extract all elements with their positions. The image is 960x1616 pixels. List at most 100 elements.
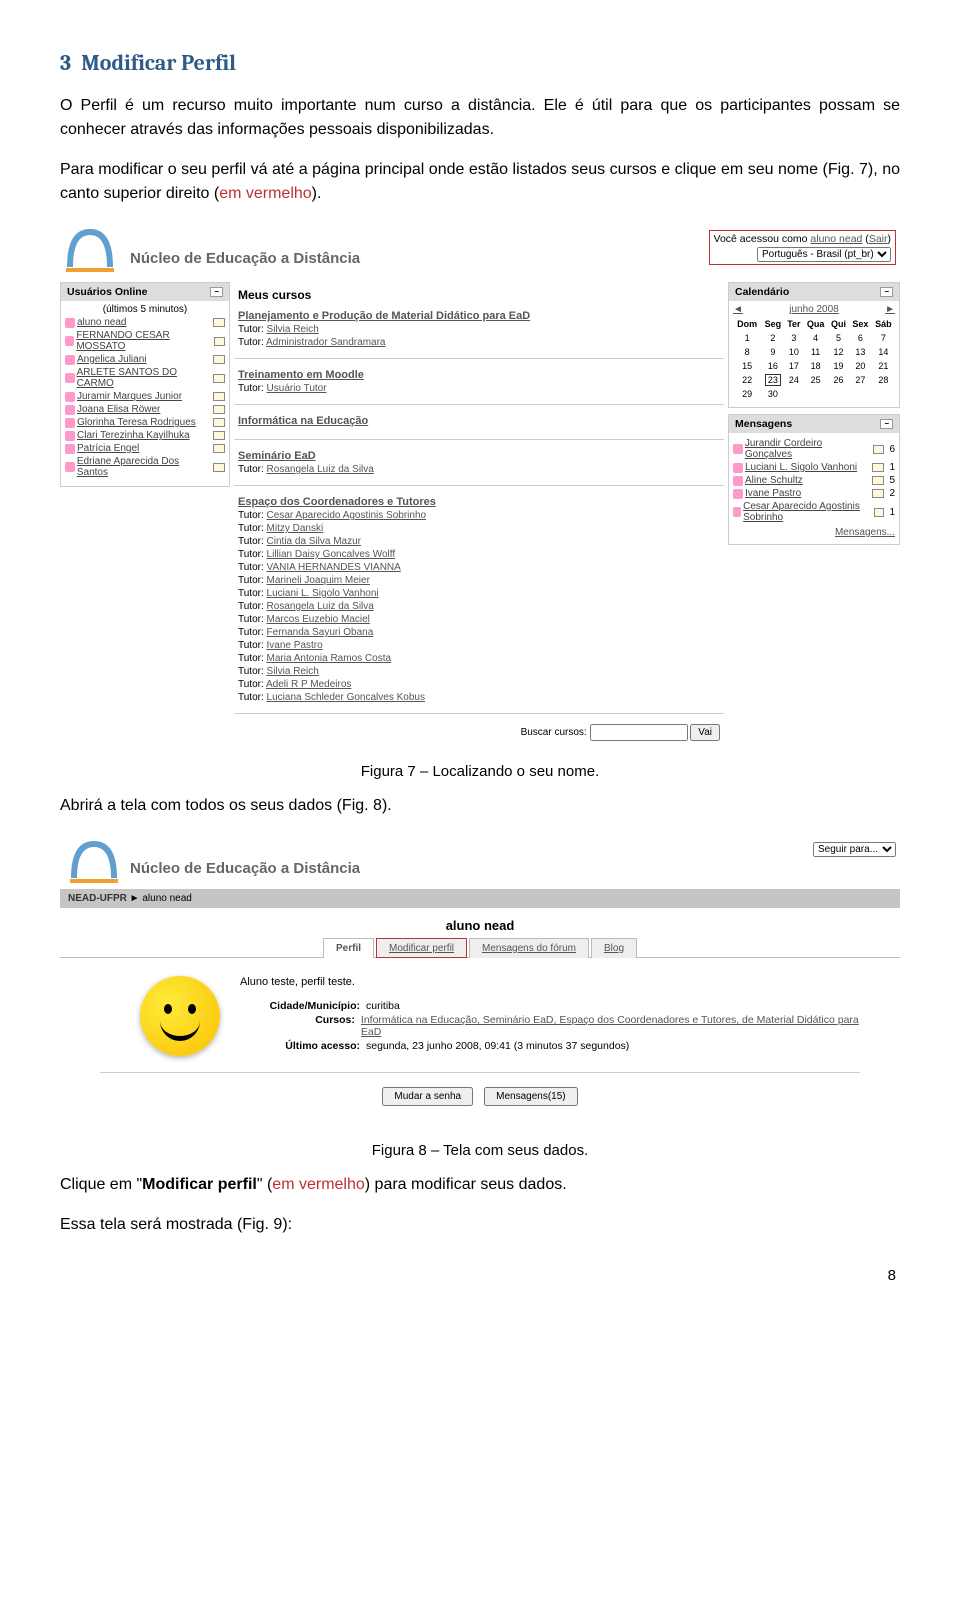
message-sender-link[interactable]: Luciani L. Sigolo Vanhoni xyxy=(745,462,857,473)
message-icon[interactable] xyxy=(213,355,225,364)
message-sender-link[interactable]: Aline Schultz xyxy=(745,475,803,486)
tutor-link[interactable]: Lillian Daisy Goncalves Wolff xyxy=(267,549,396,560)
online-user-link[interactable]: Edriane Aparecida Dos Santos xyxy=(77,456,211,478)
tutor-link[interactable]: Rosangela Luiz da Silva xyxy=(267,601,374,612)
message-icon[interactable] xyxy=(213,431,225,440)
tutor-link[interactable]: Cesar Aparecido Agostinis Sobrinho xyxy=(267,510,427,521)
tutor-link[interactable]: Administrador Sandramara xyxy=(266,337,386,348)
message-icon[interactable] xyxy=(874,508,884,517)
online-user-link[interactable]: Clari Terezinha Kayilhuka xyxy=(77,430,190,441)
calendar-day[interactable]: 30 xyxy=(761,387,784,401)
message-icon[interactable] xyxy=(213,418,225,427)
tab-modificar-perfil[interactable]: Modificar perfil xyxy=(376,938,467,958)
online-user-link[interactable]: ARLETE SANTOS DO CARMO xyxy=(77,367,212,389)
messages-button[interactable]: Mensagens(15) xyxy=(484,1087,577,1106)
collapse-icon[interactable]: − xyxy=(880,287,893,297)
calendar-day[interactable]: 19 xyxy=(828,359,849,373)
message-icon[interactable] xyxy=(213,374,225,383)
message-icon[interactable] xyxy=(214,337,225,346)
message-sender-link[interactable]: Cesar Aparecido Agostinis Sobrinho xyxy=(743,501,872,523)
calendar-day[interactable]: 7 xyxy=(872,331,895,345)
online-user-link[interactable]: FERNANDO CESAR MOSSATO xyxy=(76,330,211,352)
message-icon[interactable] xyxy=(213,405,225,414)
tab-blog[interactable]: Blog xyxy=(591,938,637,958)
calendar-day[interactable]: 4 xyxy=(803,331,828,345)
calendar-day[interactable]: 17 xyxy=(784,359,803,373)
message-icon[interactable] xyxy=(872,476,884,485)
calendar-day[interactable]: 13 xyxy=(849,345,872,359)
message-sender-link[interactable]: Jurandir Cordeiro Gonçalves xyxy=(745,438,871,460)
tutor-link[interactable]: Silvia Reich xyxy=(267,666,319,677)
tutor-link[interactable]: Rosangela Luiz da Silva xyxy=(267,464,374,475)
tab-perfil[interactable]: Perfil xyxy=(323,938,374,958)
cal-prev-icon[interactable]: ◄ xyxy=(733,304,743,315)
calendar-day[interactable]: 3 xyxy=(784,331,803,345)
tutor-link[interactable]: Maria Antonia Ramos Costa xyxy=(267,653,392,664)
calendar-day[interactable]: 8 xyxy=(733,345,761,359)
calendar-day[interactable]: 11 xyxy=(803,345,828,359)
change-password-button[interactable]: Mudar a senha xyxy=(382,1087,473,1106)
calendar-day[interactable]: 12 xyxy=(828,345,849,359)
tutor-link[interactable]: Mitzy Danski xyxy=(267,523,324,534)
tutor-link[interactable]: Usuário Tutor xyxy=(267,383,327,394)
tutor-link[interactable]: VANIA HERNANDES VIANNA xyxy=(267,562,401,573)
search-courses-button[interactable] xyxy=(690,724,720,741)
message-icon[interactable] xyxy=(873,445,885,454)
calendar-day[interactable]: 1 xyxy=(733,331,761,345)
calendar-day[interactable]: 21 xyxy=(872,359,895,373)
course-link[interactable]: Espaço dos Coordenadores e Tutores xyxy=(238,496,436,508)
courses-value[interactable]: Informática na Educação, Seminário EaD, … xyxy=(361,1014,859,1038)
course-link[interactable]: Informática na Educação xyxy=(238,415,368,427)
message-icon[interactable] xyxy=(213,318,225,327)
message-sender-link[interactable]: Ivane Pastro xyxy=(745,488,801,499)
tutor-link[interactable]: Marcos Euzebio Maciel xyxy=(267,614,370,625)
calendar-day[interactable]: 24 xyxy=(784,373,803,387)
online-user-link[interactable]: aluno nead xyxy=(77,317,127,328)
tutor-link[interactable]: Marineli Joaquim Meier xyxy=(267,575,370,586)
calendar-day[interactable]: 20 xyxy=(849,359,872,373)
tutor-link[interactable]: Luciani L. Sigolo Vanhoni xyxy=(267,588,379,599)
calendar-day[interactable]: 16 xyxy=(761,359,784,373)
search-courses-input[interactable] xyxy=(590,724,688,741)
calendar-day[interactable]: 9 xyxy=(761,345,784,359)
course-link[interactable]: Treinamento em Moodle xyxy=(238,369,364,381)
login-username-link[interactable]: aluno nead xyxy=(810,233,862,245)
online-user-link[interactable]: Juramir Marques Junior xyxy=(77,391,182,402)
cal-next-icon[interactable]: ► xyxy=(885,304,895,315)
collapse-icon[interactable]: − xyxy=(210,287,223,297)
calendar-day[interactable]: 2 xyxy=(761,331,784,345)
online-user-link[interactable]: Patrícia Engel xyxy=(77,443,139,454)
calendar-day[interactable]: 25 xyxy=(803,373,828,387)
calendar-day[interactable]: 5 xyxy=(828,331,849,345)
calendar-day[interactable]: 27 xyxy=(849,373,872,387)
tutor-link[interactable]: Ivane Pastro xyxy=(267,640,323,651)
collapse-icon[interactable]: − xyxy=(880,419,893,429)
tutor-link[interactable]: Silvia Reich xyxy=(267,324,319,335)
message-icon[interactable] xyxy=(213,463,225,472)
jump-to-select[interactable]: Seguir para... xyxy=(813,842,896,857)
language-select[interactable]: Português - Brasil (pt_br) xyxy=(757,247,891,262)
messages-link[interactable]: Mensagens... xyxy=(835,527,895,538)
message-icon[interactable] xyxy=(872,463,884,472)
login-info-box[interactable]: Você acessou como aluno nead (Sair) Port… xyxy=(709,230,896,265)
tutor-link[interactable]: Luciana Schleder Goncalves Kobus xyxy=(267,692,425,703)
calendar-day[interactable]: 18 xyxy=(803,359,828,373)
calendar-day[interactable]: 23 xyxy=(761,373,784,387)
calendar-day[interactable]: 22 xyxy=(733,373,761,387)
online-user-link[interactable]: Joana Elisa Röwer xyxy=(77,404,160,415)
logout-link[interactable]: Sair xyxy=(869,233,888,245)
course-link[interactable]: Planejamento e Produção de Material Didá… xyxy=(238,310,530,322)
calendar-day[interactable]: 15 xyxy=(733,359,761,373)
online-user-link[interactable]: Angelica Juliani xyxy=(77,354,147,365)
tab-forum-messages[interactable]: Mensagens do fórum xyxy=(469,938,589,958)
calendar-day[interactable]: 6 xyxy=(849,331,872,345)
course-link[interactable]: Seminário EaD xyxy=(238,450,316,462)
calendar-day[interactable]: 14 xyxy=(872,345,895,359)
tutor-link[interactable]: Adeli R P Medeiros xyxy=(266,679,351,690)
message-icon[interactable] xyxy=(872,489,884,498)
calendar-day[interactable]: 28 xyxy=(872,373,895,387)
online-user-link[interactable]: Glorinha Teresa Rodrigues xyxy=(77,417,196,428)
tutor-link[interactable]: Fernanda Sayuri Obana xyxy=(267,627,374,638)
calendar-day[interactable]: 10 xyxy=(784,345,803,359)
calendar-day[interactable]: 26 xyxy=(828,373,849,387)
